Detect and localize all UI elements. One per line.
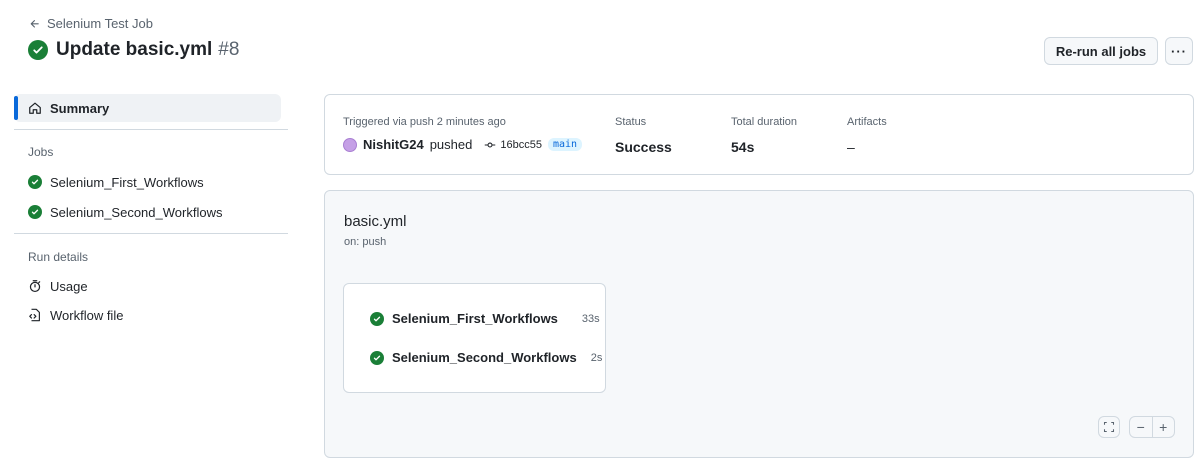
sidebar-item-label: Workflow file <box>50 307 124 323</box>
kebab-horizontal-icon: ··· <box>1171 43 1187 59</box>
divider <box>14 129 288 130</box>
trigger-column: Triggered via push 2 minutes ago NishitG… <box>343 116 583 152</box>
commit-link[interactable]: 16bcc55 <box>484 139 542 151</box>
graph-job-first[interactable]: Selenium_First_Workflows 33s <box>370 311 600 326</box>
job-name: Selenium_Second_Workflows <box>392 350 577 365</box>
job-name: Selenium_First_Workflows <box>392 311 558 326</box>
arrow-left-icon <box>30 19 39 28</box>
sidebar-item-job-first[interactable]: Selenium_First_Workflows <box>14 168 288 196</box>
trigger-label: Triggered via push 2 minutes ago <box>343 116 506 128</box>
sidebar-item-summary[interactable]: Summary <box>14 94 281 122</box>
action-text: pushed <box>429 137 473 152</box>
artifacts-column: Artifacts – <box>847 116 887 155</box>
sidebar-item-label: Selenium_First_Workflows <box>50 174 204 190</box>
status-value: Success <box>615 139 672 155</box>
git-commit-icon <box>485 142 496 147</box>
home-icon <box>29 102 41 114</box>
sidebar-item-workflow-file[interactable]: Workflow file <box>14 301 288 329</box>
back-link-label: Selenium Test Job <box>47 16 153 31</box>
stopwatch-icon <box>29 280 41 293</box>
run-details-heading: Run details <box>28 250 89 264</box>
status-label: Status <box>615 116 647 128</box>
success-check-icon <box>28 175 42 189</box>
fit-to-screen-button[interactable] <box>1098 416 1120 438</box>
duration-column: Total duration 54s <box>731 116 797 155</box>
sidebar-item-label: Summary <box>50 100 110 116</box>
file-code-icon <box>29 308 40 322</box>
sidebar-item-usage[interactable]: Usage <box>14 272 288 300</box>
branch-badge[interactable]: main <box>547 138 583 151</box>
zoom-controls: − + <box>1129 416 1175 438</box>
rerun-all-jobs-button[interactable]: Re-run all jobs <box>1044 37 1158 65</box>
sidebar-item-label: Selenium_Second_Workflows <box>50 204 223 220</box>
workflow-name: basic.yml <box>344 213 407 230</box>
duration-value: 54s <box>731 139 755 155</box>
sidebar-item-label: Usage <box>50 278 88 294</box>
trigger-details: NishitG24 pushed 16bcc55 main <box>343 137 583 152</box>
job-duration: 33s <box>581 312 600 325</box>
success-check-icon <box>28 205 42 219</box>
zoom-out-button[interactable]: − <box>1130 417 1152 437</box>
success-check-icon <box>28 40 48 60</box>
status-column: Status Success <box>615 116 672 155</box>
run-number: #8 <box>218 39 240 60</box>
commit-sha: 16bcc55 <box>500 138 542 151</box>
divider <box>14 233 288 234</box>
zoom-in-button[interactable]: + <box>1153 417 1175 437</box>
avatar[interactable] <box>343 137 357 152</box>
page-title: Update basic.yml <box>56 39 213 60</box>
sidebar-item-job-second[interactable]: Selenium_Second_Workflows <box>14 198 288 226</box>
duration-label: Total duration <box>731 116 798 128</box>
workflow-trigger: on: push <box>344 236 387 248</box>
job-duration: 2s <box>590 351 603 364</box>
back-link[interactable]: Selenium Test Job <box>29 16 153 31</box>
jobs-group: Selenium_First_Workflows 33s Selenium_Se… <box>343 283 606 393</box>
run-summary-card: Triggered via push 2 minutes ago NishitG… <box>324 94 1194 175</box>
artifacts-value: – <box>847 139 855 155</box>
success-check-icon <box>370 311 384 326</box>
sidebar: Summary Jobs Selenium_First_Workflows Se… <box>14 94 288 329</box>
workflow-graph-card: basic.yml on: push Selenium_First_Workfl… <box>324 190 1194 458</box>
jobs-heading: Jobs <box>28 145 54 159</box>
screen-full-icon <box>1103 421 1115 433</box>
more-options-button[interactable]: ··· <box>1165 37 1193 65</box>
page-title-row: Update basic.yml #8 <box>28 39 239 61</box>
actor-link[interactable]: NishitG24 <box>363 137 424 152</box>
artifacts-label: Artifacts <box>847 116 887 128</box>
success-check-icon <box>370 350 384 365</box>
graph-job-second[interactable]: Selenium_Second_Workflows 2s <box>370 350 602 365</box>
